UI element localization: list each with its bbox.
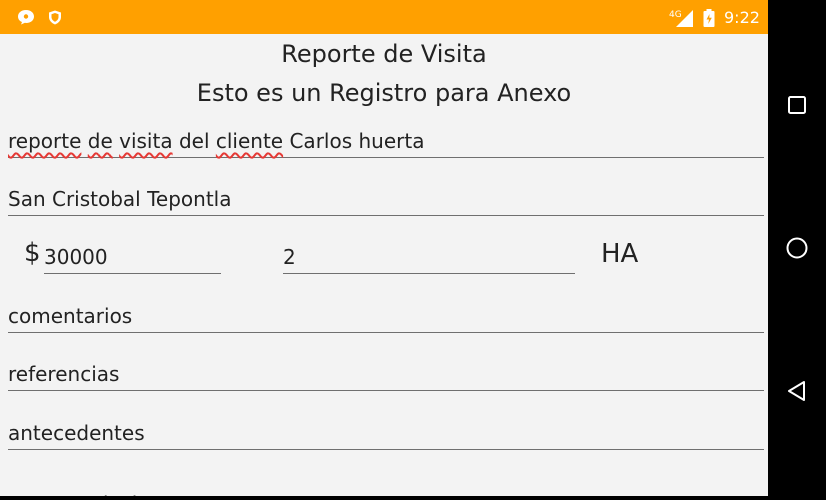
reporte-word: reporte [8,129,82,153]
direccion-field-text: San Cristobal Tepontla [8,187,232,211]
signal-icon: 4G [669,10,693,27]
reporte-word: Carlos huerta [289,129,425,153]
home-button[interactable] [782,233,812,263]
monto-field[interactable]: 30000 [44,234,221,274]
recents-icon [788,96,806,114]
referencias-field-text: referencias [8,362,120,386]
currency-symbol: $ [24,238,41,268]
reporte-word: del [178,129,210,153]
back-icon [788,381,805,401]
status-bar: 4G 9:22 [0,0,768,34]
antecedentes-field[interactable]: antecedentes [8,410,764,450]
network-type-label: 4G [669,10,682,20]
reporte-word: cliente [215,129,284,153]
reporte-word: visita [119,129,173,153]
navigation-bar [768,0,826,500]
battery-icon [703,9,715,27]
home-icon [786,237,808,259]
comentarios-field[interactable]: comentarios [8,293,764,333]
reporte-field[interactable]: reporte de visita del cliente Carlos hue… [8,118,764,158]
hectareas-field-text: 2 [283,245,296,269]
page-subtitle: Esto es un Registro para Anexo [196,79,572,107]
antecedentes-field-text: antecedentes [8,421,145,445]
status-time: 9:22 [724,8,760,27]
chat-notification-icon [18,10,34,25]
hectareas-field[interactable]: 2 [283,234,575,274]
monto-field-text: 30000 [44,245,108,269]
reporte-word: de [87,129,113,153]
direccion-field[interactable]: San Cristobal Tepontla [8,176,764,216]
page-title: Reporte de Visita [281,40,487,68]
comentarios-field-text: comentarios [8,304,133,328]
app-screen: 4G 9:22 Reporte de Visita Esto es un Reg… [0,0,768,500]
back-button[interactable] [782,376,812,406]
screen-bottom-edge [0,496,768,500]
referencias-field[interactable]: referencias [8,351,764,391]
reporte-field-text: reporte de visita del cliente Carlos hue… [8,129,424,153]
recents-button[interactable] [782,90,812,120]
shield-icon [49,10,61,25]
hectareas-unit-label: HA [601,239,639,269]
